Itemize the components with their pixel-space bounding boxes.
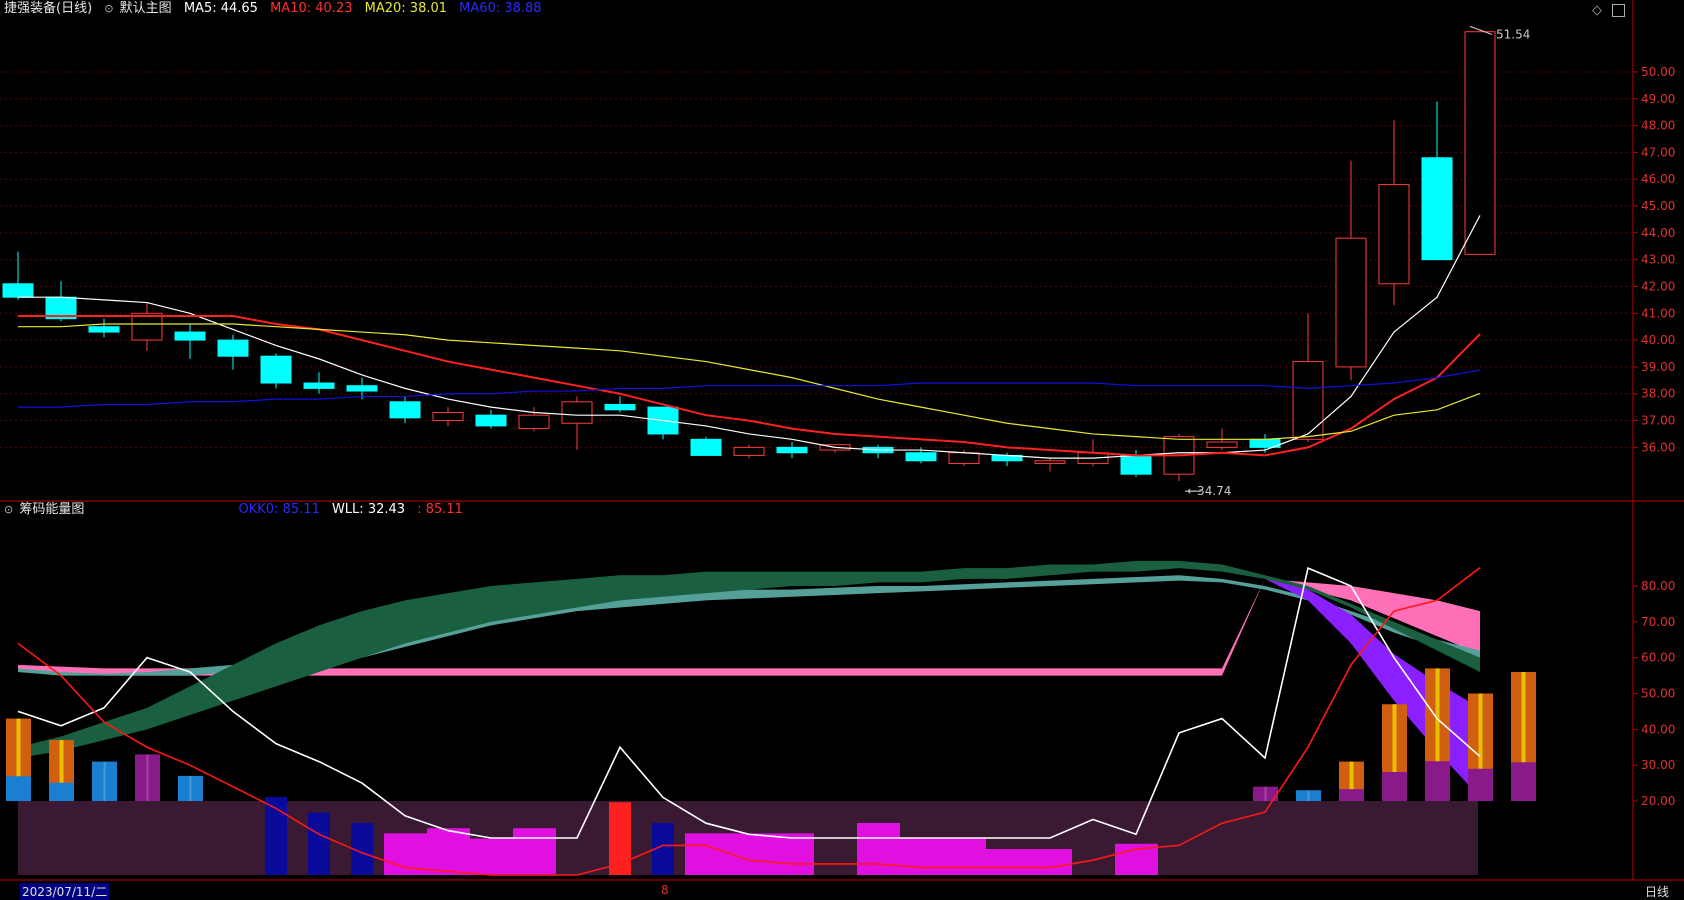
chip-bar-navy (308, 812, 330, 875)
sub-y-tick-label: 20.00 (1641, 794, 1675, 808)
energy-bar-base (6, 776, 31, 801)
energy-bar-stripe (1307, 790, 1310, 801)
energy-bar-stripe (1264, 786, 1267, 801)
main-y-tick-label: 36.00 (1641, 440, 1675, 454)
candle-body (733, 446, 765, 456)
chip-bar-magenta (857, 823, 900, 875)
main-y-tick-label: 50.00 (1641, 65, 1675, 79)
energy-bar-stripe (189, 775, 192, 801)
chip-bar-magenta (771, 833, 814, 875)
main-y-tick-label: 47.00 (1641, 145, 1675, 159)
candle-body (1120, 454, 1152, 475)
chip-bar-magenta (728, 833, 771, 875)
sub-y-tick-label: 80.00 (1641, 579, 1675, 593)
candle-body (518, 414, 550, 430)
candle-body (1464, 31, 1496, 255)
candle-body (905, 452, 937, 462)
candle-body (260, 355, 292, 384)
chip-bar-magenta (900, 838, 943, 875)
sub-y-tick-label: 70.00 (1641, 615, 1675, 629)
main-y-tick-label: 44.00 (1641, 226, 1675, 240)
chip-bar-magenta (427, 828, 470, 875)
candle-body (561, 401, 593, 424)
main-y-tick-label: 41.00 (1641, 306, 1675, 320)
candle-body (88, 326, 120, 333)
candle-body (1421, 157, 1453, 261)
main-y-tick-label: 38.00 (1641, 387, 1675, 401)
energy-bar-base (1382, 771, 1407, 801)
candle-body (948, 452, 980, 464)
candle-body (1206, 441, 1238, 448)
chip-bar-magenta (470, 838, 513, 875)
chip-bar-magenta (513, 828, 556, 875)
main-y-tick-label: 40.00 (1641, 333, 1675, 347)
candle-body (1034, 460, 1066, 464)
candle-body (1335, 237, 1367, 368)
candle-body (346, 385, 378, 392)
main-y-tick-label: 45.00 (1641, 199, 1675, 213)
chip-bar-magenta (986, 849, 1029, 875)
main-y-tick-label: 42.00 (1641, 279, 1675, 293)
low-annotation: ←34.74 (1187, 484, 1231, 498)
energy-bar-base (1339, 789, 1364, 801)
candle-body (690, 438, 722, 456)
candle-body (389, 401, 421, 419)
energy-bar-stripe (103, 761, 106, 801)
candle-body (131, 312, 163, 341)
energy-bar-stripe (146, 754, 149, 801)
candle-body (604, 403, 636, 411)
main-y-tick-label: 46.00 (1641, 172, 1675, 186)
energy-bar-base (1511, 762, 1536, 801)
main-y-tick-label: 37.00 (1641, 414, 1675, 428)
chip-bar-magenta (943, 838, 986, 875)
candle-body (303, 382, 335, 389)
candle-body (1378, 184, 1410, 285)
ma-line-ma5 (18, 215, 1481, 459)
main-y-tick-label: 48.00 (1641, 119, 1675, 133)
high-annotation: 51.54 (1496, 27, 1530, 41)
light-band (18, 575, 1480, 676)
chip-bar-magenta (685, 833, 728, 875)
main-y-tick-label: 43.00 (1641, 253, 1675, 267)
candle-body (475, 414, 507, 427)
sub-y-tick-label: 40.00 (1641, 722, 1675, 736)
main-y-tick-label: 49.00 (1641, 92, 1675, 106)
ma-line-ma60 (18, 369, 1481, 408)
main-y-tick-label: 39.00 (1641, 360, 1675, 374)
sub-y-tick-label: 50.00 (1641, 687, 1675, 701)
candle-body (776, 446, 808, 454)
sub-y-tick-label: 60.00 (1641, 651, 1675, 665)
energy-bar-base (1425, 761, 1450, 801)
chip-bar-magenta (1029, 849, 1072, 875)
candle-body (217, 339, 249, 357)
candle-body (432, 412, 464, 422)
chart-canvas: 36.00 37.00 38.00 39.00 40.00 41.00 42.00 43.00… (0, 0, 1684, 881)
candle-body (2, 283, 34, 298)
energy-bar-base (49, 782, 74, 801)
energy-bar-base (1468, 768, 1493, 801)
sub-y-tick-label: 30.00 (1641, 758, 1675, 772)
candle-body (174, 331, 206, 341)
candle-body (1292, 361, 1324, 440)
